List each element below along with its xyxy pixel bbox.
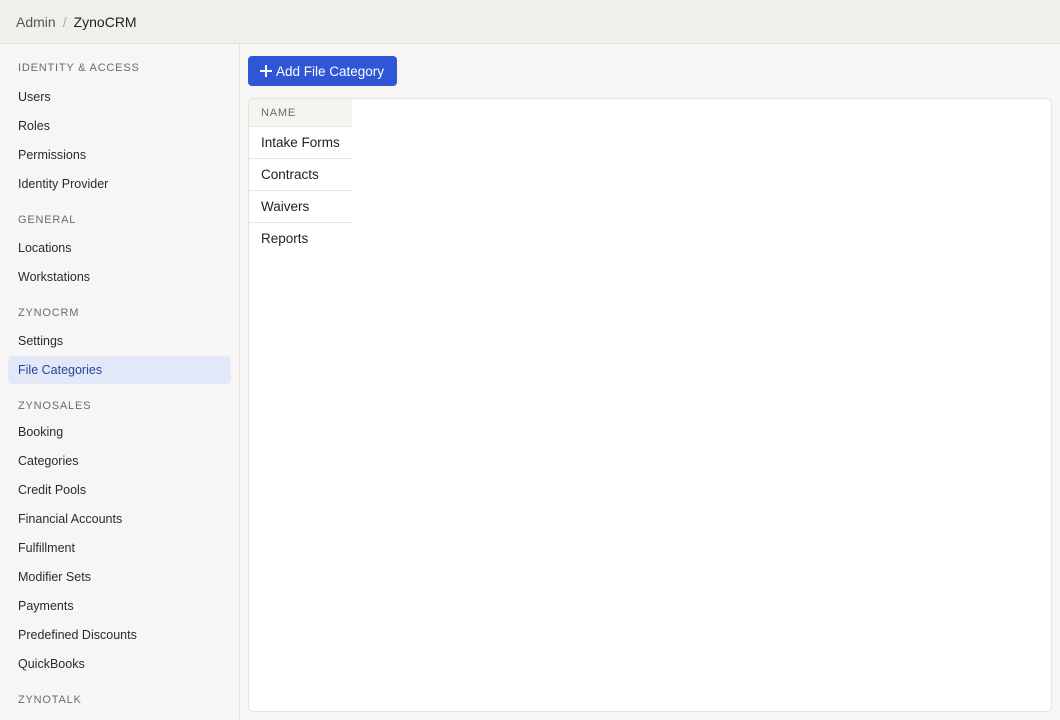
sidebar-item-quickbooks[interactable]: QuickBooks (8, 650, 231, 678)
sidebar-item-fulfillment[interactable]: Fulfillment (8, 534, 231, 562)
add-file-category-label: Add File Category (276, 63, 385, 79)
plus-icon (260, 65, 272, 77)
top-bar: Admin / ZynoCRM (0, 0, 1060, 44)
sidebar-item-financial-accounts[interactable]: Financial Accounts (8, 505, 231, 533)
sidebar-section-identity-access: IDENTITY & ACCESS (18, 62, 140, 74)
sidebar-item-modifier-sets[interactable]: Modifier Sets (8, 563, 231, 591)
sidebar-section-general: GENERAL (18, 214, 77, 226)
sidebar-item-booking[interactable]: Booking (8, 418, 231, 446)
file-categories-table: NAME Intake Forms Contracts Waivers Repo… (249, 99, 352, 255)
add-file-category-button[interactable]: Add File Category (248, 56, 398, 86)
table-row[interactable]: Reports (249, 223, 352, 255)
sidebar-item-workstations[interactable]: Workstations (8, 263, 231, 291)
sidebar-section-zynotalk: ZYNOTALK (18, 694, 82, 706)
sidebar-item-numbers[interactable]: Numbers & A... (8, 712, 231, 720)
table-row[interactable]: Contracts (249, 159, 352, 191)
sidebar-item-users[interactable]: Users (8, 83, 231, 111)
sidebar-item-credit-pools[interactable]: Credit Pools (8, 476, 231, 504)
sidebar-item-categories[interactable]: Categories (8, 447, 231, 475)
breadcrumb-admin[interactable]: Admin (16, 14, 56, 30)
sidebar-item-locations[interactable]: Locations (8, 234, 231, 262)
breadcrumb-separator: / (62, 13, 67, 30)
file-categories-panel: NAME Intake Forms Contracts Waivers Repo… (248, 98, 1052, 712)
sidebar: IDENTITY & ACCESS Users Roles Permission… (0, 44, 240, 720)
sidebar-item-payments[interactable]: Payments (8, 592, 231, 620)
sidebar-item-identity-provider[interactable]: Identity Provider (8, 170, 231, 198)
sidebar-item-predefined-discounts[interactable]: Predefined Discounts (8, 621, 231, 649)
sidebar-section-zynosales: ZYNOSALES (18, 400, 92, 412)
table-row[interactable]: Intake Forms (249, 127, 352, 159)
sidebar-item-file-categories[interactable]: File Categories (8, 356, 231, 384)
sidebar-item-permissions[interactable]: Permissions (8, 141, 231, 169)
main-content: Add File Category NAME Intake Forms Cont… (240, 44, 1060, 720)
column-header-name[interactable]: NAME (249, 99, 352, 127)
sidebar-section-zynocrm: ZYNOCRM (18, 307, 80, 319)
sidebar-item-roles[interactable]: Roles (8, 112, 231, 140)
sidebar-item-settings[interactable]: Settings (8, 327, 231, 355)
breadcrumb-current: ZynoCRM (73, 13, 137, 30)
table-row[interactable]: Waivers (249, 191, 352, 223)
